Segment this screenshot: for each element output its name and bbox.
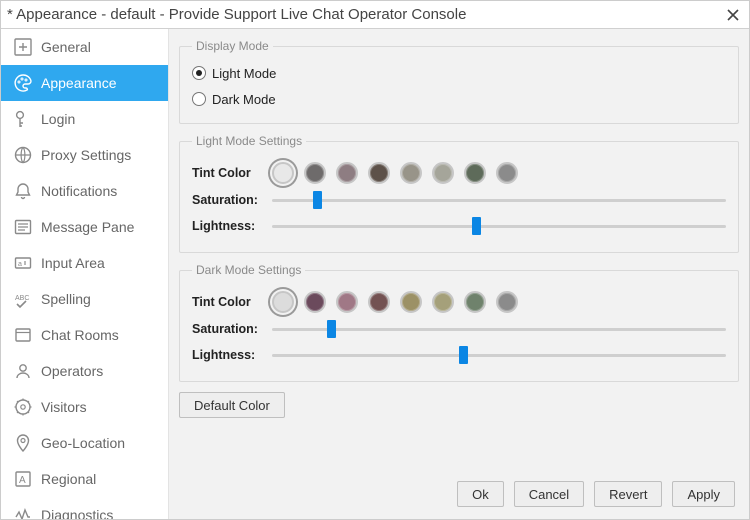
sidebar-item-label: General	[41, 39, 91, 55]
light-swatch-3[interactable]	[368, 162, 390, 184]
sidebar-item-regional[interactable]: A Regional	[1, 461, 168, 497]
light-swatch-7[interactable]	[496, 162, 518, 184]
light-swatch-5[interactable]	[432, 162, 454, 184]
sidebar-item-geolocation[interactable]: Geo-Location	[1, 425, 168, 461]
palette-icon	[13, 73, 41, 93]
sidebar-item-general[interactable]: General	[1, 29, 168, 65]
svg-text:ABC: ABC	[15, 295, 29, 302]
sidebar-item-notifications[interactable]: Notifications	[1, 173, 168, 209]
apply-button[interactable]: Apply	[672, 481, 735, 507]
input-area-icon: a	[13, 253, 41, 273]
sidebar-item-inputarea[interactable]: a Input Area	[1, 245, 168, 281]
sidebar-item-label: Chat Rooms	[41, 327, 119, 343]
default-color-button[interactable]: Default Color	[179, 392, 285, 418]
window-icon	[13, 325, 41, 345]
display-mode-legend: Display Mode	[192, 39, 273, 53]
dark-saturation-slider[interactable]	[272, 319, 726, 339]
light-swatch-6[interactable]	[464, 162, 486, 184]
sidebar-item-label: Proxy Settings	[41, 147, 131, 163]
light-swatch-2[interactable]	[336, 162, 358, 184]
diagnostics-icon	[13, 505, 41, 519]
character-icon: A	[13, 469, 41, 489]
dark-swatch-4[interactable]	[400, 291, 422, 313]
sidebar-item-label: Appearance	[41, 75, 117, 91]
sidebar-item-chatrooms[interactable]: Chat Rooms	[1, 317, 168, 353]
sidebar-item-label: Input Area	[41, 255, 105, 271]
plus-square-icon	[13, 37, 41, 57]
light-swatch-1[interactable]	[304, 162, 326, 184]
dark-swatch-3[interactable]	[368, 291, 390, 313]
key-icon	[13, 109, 41, 129]
dark-lightness-label: Lightness:	[192, 348, 262, 362]
content-panel: Display Mode Light Mode Dark Mode Light …	[169, 29, 749, 519]
dark-swatch-0[interactable]	[272, 291, 294, 313]
dark-swatch-6[interactable]	[464, 291, 486, 313]
sidebar-item-label: Message Pane	[41, 219, 134, 235]
sidebar-item-messagepane[interactable]: Message Pane	[1, 209, 168, 245]
dark-swatch-1[interactable]	[304, 291, 326, 313]
dark-tint-label: Tint Color	[192, 295, 262, 309]
dark-swatch-5[interactable]	[432, 291, 454, 313]
sidebar-item-appearance[interactable]: Appearance	[1, 65, 168, 101]
sidebar-item-proxy[interactable]: Proxy Settings	[1, 137, 168, 173]
dark-mode-radio[interactable]	[192, 92, 206, 106]
light-mode-settings-group: Light Mode Settings Tint Color Saturatio…	[179, 134, 739, 253]
sidebar-item-label: Visitors	[41, 399, 87, 415]
spellcheck-icon: ABC	[13, 289, 41, 309]
sidebar-item-label: Login	[41, 111, 75, 127]
light-lightness-label: Lightness:	[192, 219, 262, 233]
light-swatch-4[interactable]	[400, 162, 422, 184]
footer-buttons: Ok Cancel Revert Apply	[457, 481, 735, 507]
person-icon	[13, 361, 41, 381]
sidebar-item-operators[interactable]: Operators	[1, 353, 168, 389]
dark-mode-settings-group: Dark Mode Settings Tint Color Saturation…	[179, 263, 739, 382]
dark-mode-label: Dark Mode	[212, 92, 276, 107]
sidebar-item-label: Notifications	[41, 183, 117, 199]
light-tint-swatches	[272, 162, 518, 184]
dark-swatch-7[interactable]	[496, 291, 518, 313]
pin-icon	[13, 433, 41, 453]
sidebar-item-label: Geo-Location	[41, 435, 125, 451]
globe-icon	[13, 145, 41, 165]
bell-icon	[13, 181, 41, 201]
light-saturation-label: Saturation:	[192, 193, 262, 207]
sidebar-item-label: Operators	[41, 363, 103, 379]
title-bar: * Appearance - default - Provide Support…	[1, 1, 749, 29]
ok-button[interactable]: Ok	[457, 481, 504, 507]
light-mode-radio[interactable]	[192, 66, 206, 80]
sidebar-item-label: Diagnostics	[41, 507, 113, 519]
dark-swatch-2[interactable]	[336, 291, 358, 313]
gear-person-icon	[13, 397, 41, 417]
light-mode-row[interactable]: Light Mode	[192, 61, 726, 85]
message-pane-icon	[13, 217, 41, 237]
light-mode-label: Light Mode	[212, 66, 276, 81]
display-mode-group: Display Mode Light Mode Dark Mode	[179, 39, 739, 124]
svg-text:a: a	[18, 261, 22, 268]
sidebar-item-label: Spelling	[41, 291, 91, 307]
sidebar-item-visitors[interactable]: Visitors	[1, 389, 168, 425]
sidebar-item-diagnostics[interactable]: Diagnostics	[1, 497, 168, 519]
sidebar[interactable]: General Appearance Login Proxy Settings Noti…	[1, 29, 169, 519]
cancel-button[interactable]: Cancel	[514, 481, 584, 507]
dark-tint-swatches	[272, 291, 518, 313]
dark-lightness-slider[interactable]	[272, 345, 726, 365]
light-mode-settings-legend: Light Mode Settings	[192, 134, 306, 148]
dark-saturation-label: Saturation:	[192, 322, 262, 336]
sidebar-item-label: Regional	[41, 471, 96, 487]
light-lightness-slider[interactable]	[272, 216, 726, 236]
light-tint-label: Tint Color	[192, 166, 262, 180]
dark-mode-row[interactable]: Dark Mode	[192, 87, 726, 111]
close-icon[interactable]	[723, 5, 743, 25]
light-saturation-slider[interactable]	[272, 190, 726, 210]
dark-mode-settings-legend: Dark Mode Settings	[192, 263, 305, 277]
window-title: * Appearance - default - Provide Support…	[7, 6, 723, 23]
revert-button[interactable]: Revert	[594, 481, 662, 507]
sidebar-item-login[interactable]: Login	[1, 101, 168, 137]
sidebar-item-spelling[interactable]: ABC Spelling	[1, 281, 168, 317]
light-swatch-0[interactable]	[272, 162, 294, 184]
svg-text:A: A	[19, 475, 26, 486]
